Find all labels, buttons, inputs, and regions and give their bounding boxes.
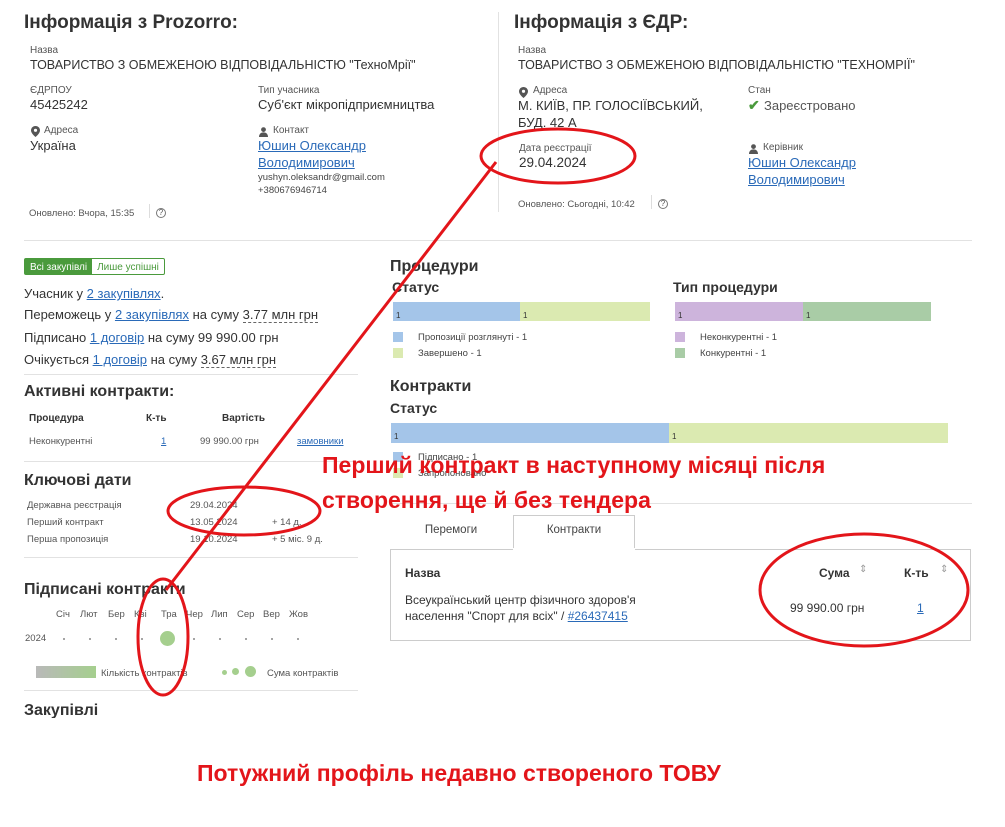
annotation-ellipse-keydates bbox=[166, 485, 322, 537]
annotation-bottom: Потужний профіль недавно створеного ТОВУ bbox=[197, 760, 721, 786]
annotation-middle-line1: Перший контракт в наступному місяці післ… bbox=[322, 452, 826, 478]
annotation-arrow-line bbox=[164, 161, 498, 591]
annotation-ellipse-table bbox=[758, 532, 970, 648]
annotation-overlay bbox=[136, 127, 970, 697]
annotation-middle-line2: створення, ще й без тендера bbox=[322, 487, 651, 513]
annotation-ellipse-bubble bbox=[136, 577, 190, 697]
annotation-ellipse-regdate bbox=[479, 127, 637, 185]
